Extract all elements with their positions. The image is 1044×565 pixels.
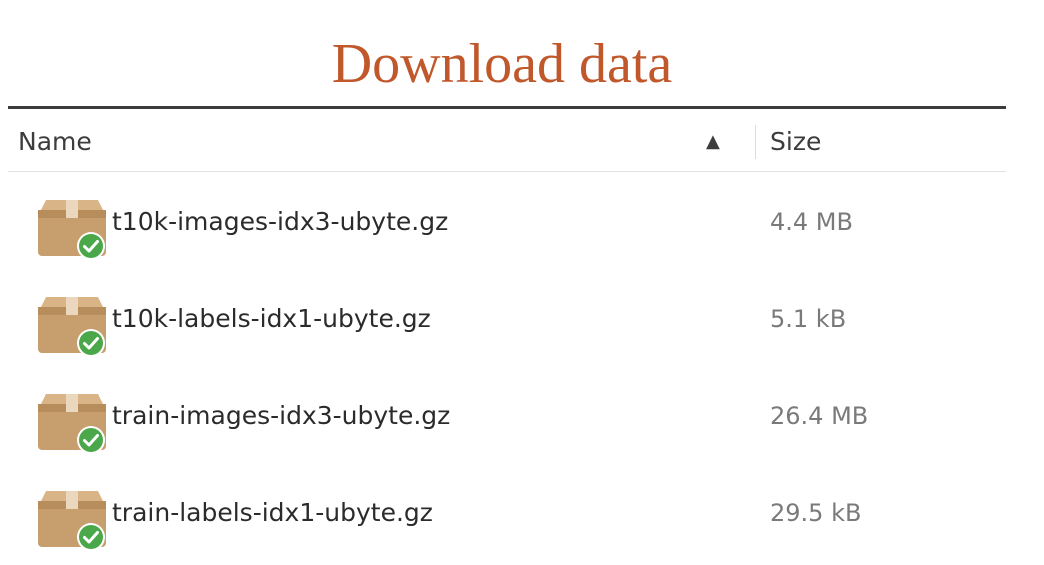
page-title: Download data <box>331 33 673 95</box>
check-badge-icon <box>77 426 105 454</box>
file-row[interactable]: train-images-idx3-ubyte.gz 26.4 MB <box>8 366 1006 463</box>
file-row[interactable]: t10k-images-idx3-ubyte.gz 4.4 MB <box>8 172 1006 269</box>
column-divider[interactable] <box>755 125 756 159</box>
file-size: 5.1 kB <box>770 305 847 333</box>
file-name: train-images-idx3-ubyte.gz <box>112 401 451 430</box>
check-badge-icon <box>77 329 105 357</box>
file-row[interactable]: t10k-labels-idx1-ubyte.gz 5.1 kB <box>8 269 1006 366</box>
file-size: 4.4 MB <box>770 208 853 236</box>
file-name: train-labels-idx1-ubyte.gz <box>112 498 433 527</box>
package-icon <box>32 194 112 264</box>
file-list: Name ▲ Size t10k-images-idx3-ubyte.gz 4.… <box>8 106 1006 560</box>
file-size: 26.4 MB <box>770 402 869 430</box>
column-header-name[interactable]: Name <box>18 109 92 175</box>
page: Download data Name ▲ Size t10k-images-id… <box>0 0 1044 565</box>
check-badge-icon <box>77 523 105 551</box>
column-header-size[interactable]: Size <box>770 109 821 175</box>
file-size: 29.5 kB <box>770 499 862 527</box>
list-header: Name ▲ Size <box>8 106 1006 172</box>
file-name: t10k-images-idx3-ubyte.gz <box>112 207 449 236</box>
package-icon <box>32 485 112 555</box>
check-badge-icon <box>77 232 105 260</box>
package-icon <box>32 388 112 458</box>
file-row[interactable]: train-labels-idx1-ubyte.gz 29.5 kB <box>8 463 1006 560</box>
sort-ascending-icon[interactable]: ▲ <box>706 109 720 175</box>
package-icon <box>32 291 112 361</box>
file-name: t10k-labels-idx1-ubyte.gz <box>112 304 431 333</box>
